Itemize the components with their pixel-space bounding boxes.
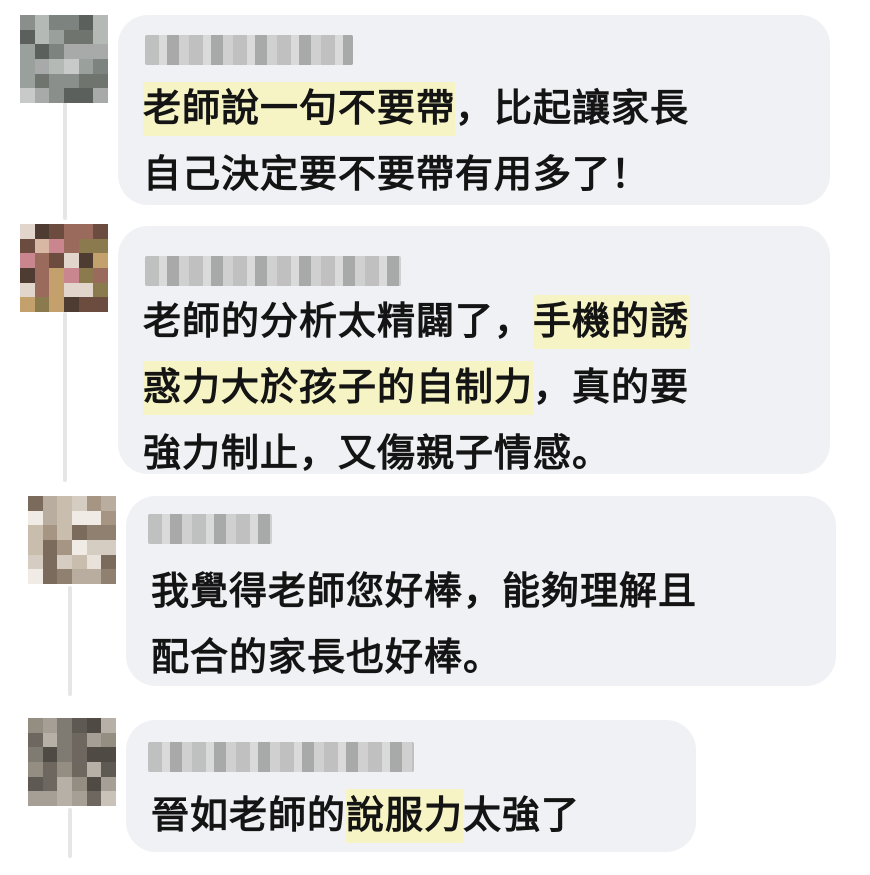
avatar[interactable] [20,15,108,103]
comment-text-segment: 我覺得老師您好棒，能夠理解且 [151,569,698,613]
comment-bubble: 晉如老師的說服力太強了 [126,720,696,852]
comment-bubble: 老師說一句不要帶，比起讓家長自己決定要不要帶有用多了！ [118,15,830,205]
avatar[interactable] [28,718,116,806]
comment-text-segment: ，真的要 [533,365,690,409]
comment-text-segment: 太強了 [463,793,581,837]
blurred-commenter-name[interactable] [148,742,414,772]
comment-text-segment: 自己決定要不要帶有用多了！ [143,152,651,196]
thread-line [63,312,67,482]
comment-text-segment: ，比起讓家長 [455,86,690,130]
comment-text: 老師說一句不要帶，比起讓家長自己決定要不要帶有用多了！ [143,75,689,207]
highlighted-text: 手機的誘 [533,295,690,349]
comment-text: 晉如老師的說服力太強了 [151,782,580,848]
highlighted-text: 老師說一句不要帶 [143,82,456,136]
comment-text-segment: 晉如老師的 [151,793,347,837]
blurred-commenter-name[interactable] [148,514,272,544]
thread-line [63,100,67,220]
comment-text: 老師的分析太精闢了，手機的誘惑力大於孩子的自制力，真的要強力制止，又傷親子情感。 [143,288,690,486]
avatar[interactable] [20,224,108,312]
highlighted-text: 惑力大於孩子的自制力 [143,361,534,415]
thread-line [68,586,72,696]
comment-text-segment: 強力制止，又傷親子情感。 [143,431,612,475]
avatar[interactable] [28,496,116,584]
blurred-commenter-name[interactable] [145,256,401,286]
comment-text: 我覺得老師您好棒，能夠理解且 配合的家長也好棒。 [151,558,697,690]
blurred-commenter-name[interactable] [145,35,353,65]
highlighted-text: 說服力 [346,789,464,843]
comment-bubble: 老師的分析太精闢了，手機的誘惑力大於孩子的自制力，真的要強力制止，又傷親子情感。 [118,226,830,475]
comment-bubble: 我覺得老師您好棒，能夠理解且 配合的家長也好棒。 [126,496,836,686]
thread-line [68,808,72,858]
comment-text-segment: 配合的家長也好棒。 [151,635,503,679]
comment-text-segment: 老師的分析太精闢了， [143,299,534,343]
